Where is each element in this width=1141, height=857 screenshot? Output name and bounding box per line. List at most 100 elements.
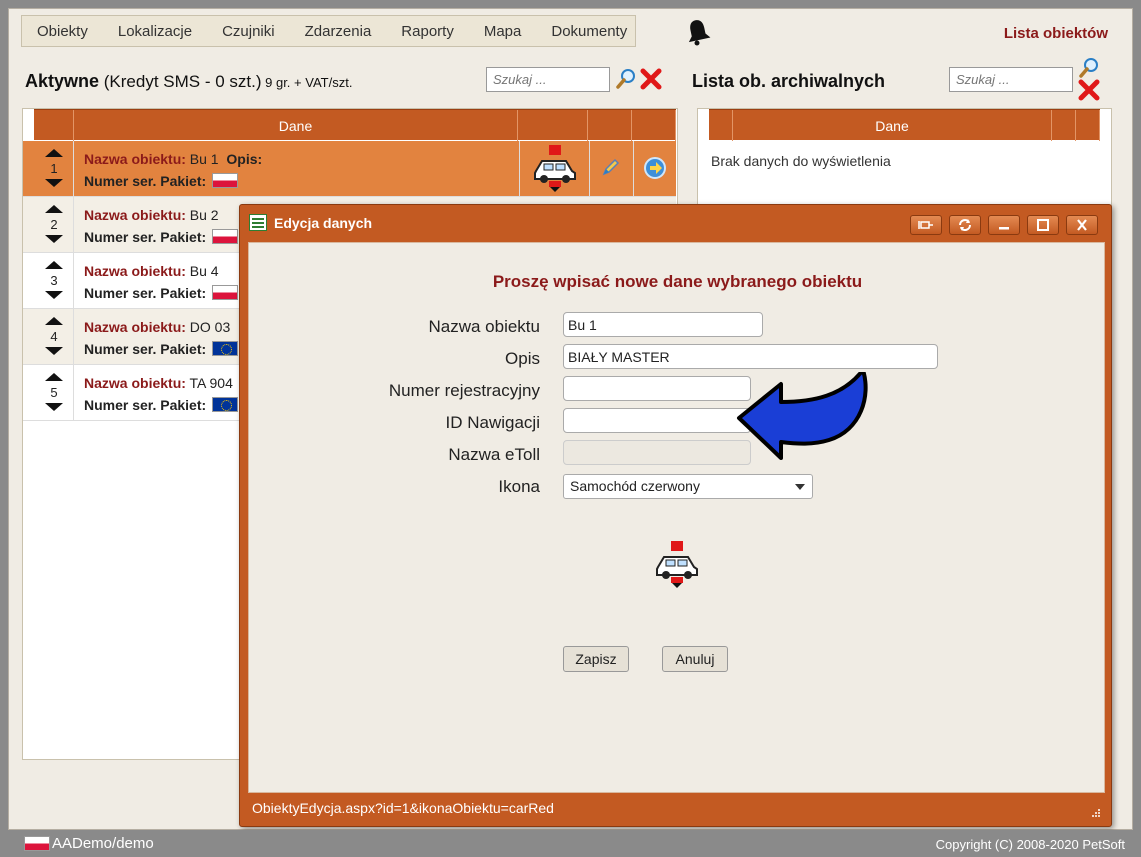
bell-icon[interactable]: [685, 18, 711, 46]
current-user: AADemo/demo: [52, 835, 154, 852]
edit-pencil-icon[interactable]: [601, 157, 621, 177]
nav-mapa[interactable]: Mapa: [469, 23, 537, 40]
move-down-icon[interactable]: [45, 179, 63, 187]
form-heading: Proszę wpisać nowe dane wybranego obiekt…: [492, 272, 863, 291]
registration-input[interactable]: [563, 376, 751, 401]
name-input[interactable]: [563, 312, 763, 337]
row-order-control: 3: [34, 253, 74, 309]
search-active-input[interactable]: [486, 67, 610, 92]
object-name-label: Nazwa obiektu:: [84, 375, 186, 391]
go-arrow-icon[interactable]: [643, 156, 667, 180]
object-desc-label: Opis:: [226, 151, 263, 167]
object-name-value: Bu 2: [189, 207, 219, 223]
serial-label: Numer ser. Pakiet:: [84, 285, 207, 301]
serial-label: Numer ser. Pakiet:: [84, 397, 207, 413]
pin-icon: [918, 221, 933, 229]
archive-objects-table: Dane Brak danych do wyświetlenia: [697, 108, 1112, 208]
row-number: 4: [50, 329, 58, 344]
description-input[interactable]: [563, 344, 938, 369]
red-car-icon: [534, 145, 576, 192]
object-name-value: Bu 4: [189, 263, 219, 279]
poland-flag-icon: [212, 229, 239, 244]
eu-flag-icon: [212, 397, 239, 412]
empty-message: Brak danych do wyświetlenia: [711, 153, 891, 169]
navigation-id-input[interactable]: [563, 408, 751, 433]
cancel-button[interactable]: Anuluj: [662, 646, 728, 672]
nav-czujniki[interactable]: Czujniki: [207, 23, 290, 40]
save-button[interactable]: Zapisz: [563, 646, 629, 672]
nav-obiekty[interactable]: Obiekty: [22, 23, 103, 40]
clear-search-icon[interactable]: [639, 67, 663, 91]
red-car-icon: [656, 541, 698, 588]
pin-button[interactable]: [910, 215, 942, 235]
object-name-value: DO 03: [189, 319, 231, 335]
minimize-button[interactable]: [988, 215, 1020, 235]
column-header-dane: Dane: [733, 110, 1052, 141]
search-icon[interactable]: [615, 67, 639, 91]
reload-button[interactable]: [949, 215, 981, 235]
row-number: 5: [50, 385, 58, 400]
row-order-control: 2: [34, 197, 74, 253]
move-down-icon[interactable]: [45, 403, 63, 411]
description-label: Opis: [505, 349, 540, 368]
poland-flag-icon: [24, 836, 50, 851]
move-up-icon[interactable]: [45, 205, 63, 213]
maximize-button[interactable]: [1027, 215, 1059, 235]
object-name-label: Nazwa obiektu:: [84, 151, 186, 167]
edit-dialog: Edycja danych Proszę wpisać nowe dane wy…: [239, 204, 1112, 827]
nav-lokalizacje[interactable]: Lokalizacje: [103, 23, 207, 40]
resize-grip-icon[interactable]: [1089, 808, 1101, 818]
poland-flag-icon: [212, 173, 239, 188]
search-icon[interactable]: [1077, 57, 1101, 79]
serial-label: Numer ser. Pakiet:: [84, 173, 207, 189]
object-name-value: TA 904: [189, 375, 233, 391]
sms-price-text: 9 gr. + VAT/szt.: [261, 75, 353, 90]
row-number: 3: [50, 273, 58, 288]
maximize-icon: [1037, 219, 1049, 231]
icon-label: Ikona: [498, 477, 540, 496]
close-icon: [1077, 219, 1087, 231]
minimize-icon: [999, 227, 1009, 230]
form-icon: [249, 214, 267, 231]
registration-label: Numer rejestracyjny: [388, 381, 540, 400]
reload-icon: [959, 219, 971, 231]
copyright-text: Copyright (C) 2008-2020 PetSoft: [935, 837, 1125, 852]
etoll-input: [563, 440, 751, 465]
sms-credit-text: (Kredyt SMS - 0 szt.): [99, 72, 262, 91]
icon-select[interactable]: Samochód czerwony: [563, 474, 813, 499]
move-up-icon[interactable]: [45, 261, 63, 269]
clear-search-icon[interactable]: [1077, 79, 1101, 101]
object-name-label: Nazwa obiektu:: [84, 263, 186, 279]
move-down-icon[interactable]: [45, 347, 63, 355]
row-order-control: 4: [34, 309, 74, 365]
nav-raporty[interactable]: Raporty: [386, 23, 469, 40]
active-label: Aktywne: [25, 71, 100, 91]
table-header: Dane: [34, 109, 676, 141]
table-row[interactable]: 1 Nazwa obiektu: Bu 1 Opis: Numer ser. P…: [23, 141, 676, 197]
status-bar: AADemo/demo Copyright (C) 2008-2020 PetS…: [0, 830, 1141, 857]
eu-flag-icon: [212, 341, 239, 356]
etoll-label: Nazwa eToll: [448, 445, 540, 464]
move-up-icon[interactable]: [45, 373, 63, 381]
serial-label: Numer ser. Pakiet:: [84, 229, 207, 245]
dialog-status-url: ObiektyEdycja.aspx?id=1&ikonaObiektu=car…: [252, 800, 554, 816]
main-navigation: Obiekty Lokalizacje Czujniki Zdarzenia R…: [21, 15, 636, 47]
move-up-icon[interactable]: [45, 149, 63, 157]
table-header: Dane: [709, 109, 1100, 141]
nav-zdarzenia[interactable]: Zdarzenia: [290, 23, 387, 40]
nav-dokumenty[interactable]: Dokumenty: [536, 23, 642, 40]
row-order-control: 5: [34, 365, 74, 421]
move-down-icon[interactable]: [45, 291, 63, 299]
move-up-icon[interactable]: [45, 317, 63, 325]
active-list-heading: Aktywne (Kredyt SMS - 0 szt.) 9 gr. + VA…: [25, 71, 352, 92]
archive-list-heading: Lista ob. archiwalnych: [692, 71, 886, 91]
search-archive-input[interactable]: [949, 67, 1073, 92]
move-down-icon[interactable]: [45, 235, 63, 243]
row-number: 1: [50, 161, 58, 176]
object-name-label: Nazwa obiektu:: [84, 207, 186, 223]
row-order-control: 1: [34, 141, 74, 197]
dialog-title: Edycja danych: [274, 215, 373, 231]
dialog-body: Proszę wpisać nowe dane wybranego obiekt…: [248, 242, 1105, 793]
close-button[interactable]: [1066, 215, 1098, 235]
page-title: Lista obiektów: [1003, 25, 1108, 42]
